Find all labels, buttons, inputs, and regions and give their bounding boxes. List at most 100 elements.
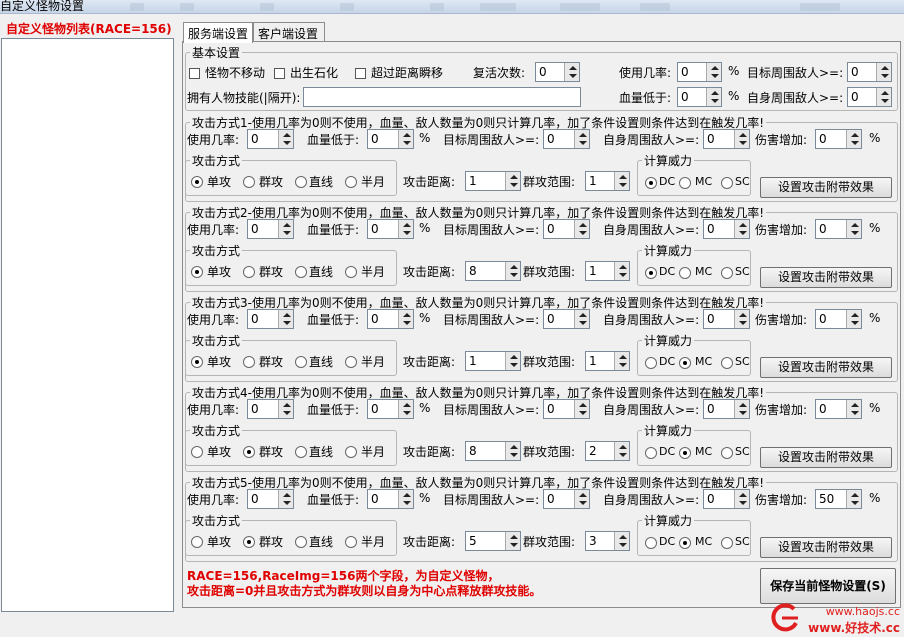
attack-2-distance-stepper[interactable]: 8: [465, 261, 521, 281]
up-arrow-icon[interactable]: [403, 493, 411, 497]
attack-5-use-rate-stepper[interactable]: 0: [247, 489, 294, 509]
down-arrow-icon[interactable]: [403, 321, 411, 325]
attack-5-mode-radio[interactable]: [345, 536, 357, 548]
attack-1-distance-stepper[interactable]: 1: [465, 171, 521, 191]
attack-3-self-enemy-stepper[interactable]: 0: [703, 309, 750, 329]
use-rate-stepper[interactable]: 0: [677, 62, 722, 82]
stepper-buttons[interactable]: [574, 130, 589, 148]
attack-4-distance-stepper[interactable]: 8: [465, 441, 521, 461]
attack-2-range-stepper[interactable]: 1: [585, 261, 630, 281]
stepper-buttons[interactable]: [846, 490, 861, 508]
down-arrow-icon[interactable]: [851, 411, 859, 415]
attack-3-mode-radio[interactable]: [243, 356, 255, 368]
attack-1-power-radio[interactable]: [721, 177, 733, 189]
up-arrow-icon[interactable]: [739, 133, 747, 137]
up-arrow-icon[interactable]: [711, 66, 719, 70]
up-arrow-icon[interactable]: [569, 66, 577, 70]
attack-4-mode-radio[interactable]: [345, 446, 357, 458]
stepper-buttons[interactable]: [846, 310, 861, 328]
down-arrow-icon[interactable]: [579, 501, 587, 505]
attack-5-power-radio[interactable]: [721, 537, 733, 549]
stepper-buttons[interactable]: [706, 63, 721, 81]
up-arrow-icon[interactable]: [283, 133, 291, 137]
up-arrow-icon[interactable]: [851, 493, 859, 497]
down-arrow-icon[interactable]: [579, 321, 587, 325]
down-arrow-icon[interactable]: [283, 411, 291, 415]
up-arrow-icon[interactable]: [510, 535, 518, 539]
down-arrow-icon[interactable]: [510, 363, 518, 367]
attack-2-power-radio[interactable]: [645, 267, 657, 279]
down-arrow-icon[interactable]: [510, 543, 518, 547]
attack-3-damage-add-stepper[interactable]: 0: [815, 309, 862, 329]
stepper-buttons[interactable]: [398, 310, 413, 328]
up-arrow-icon[interactable]: [881, 91, 889, 95]
up-arrow-icon[interactable]: [510, 445, 518, 449]
down-arrow-icon[interactable]: [739, 321, 747, 325]
attack-1-mode-radio[interactable]: [345, 176, 357, 188]
stepper-buttons[interactable]: [614, 262, 629, 280]
down-arrow-icon[interactable]: [569, 74, 577, 78]
attack-5-self-enemy-stepper[interactable]: 0: [703, 489, 750, 509]
down-arrow-icon[interactable]: [851, 501, 859, 505]
stepper-buttons[interactable]: [734, 490, 749, 508]
attack-3-hp-low-stepper[interactable]: 0: [367, 309, 414, 329]
tab-client-settings[interactable]: 客户端设置: [253, 22, 325, 42]
down-arrow-icon[interactable]: [711, 99, 719, 103]
up-arrow-icon[interactable]: [739, 493, 747, 497]
up-arrow-icon[interactable]: [619, 535, 627, 539]
up-arrow-icon[interactable]: [619, 265, 627, 269]
stepper-buttons[interactable]: [574, 490, 589, 508]
down-arrow-icon[interactable]: [403, 411, 411, 415]
attack-4-self-enemy-stepper[interactable]: 0: [703, 399, 750, 419]
attack-3-range-stepper[interactable]: 1: [585, 351, 630, 371]
attack-1-range-stepper[interactable]: 1: [585, 171, 630, 191]
stepper-buttons[interactable]: [574, 220, 589, 238]
down-arrow-icon[interactable]: [579, 141, 587, 145]
attack-4-power-radio[interactable]: [721, 447, 733, 459]
attack-1-damage-add-stepper[interactable]: 0: [815, 129, 862, 149]
stepper-buttons[interactable]: [564, 63, 579, 81]
stepper-buttons[interactable]: [614, 352, 629, 370]
up-arrow-icon[interactable]: [619, 175, 627, 179]
up-arrow-icon[interactable]: [851, 403, 859, 407]
teleport-checkbox[interactable]: [355, 68, 366, 79]
down-arrow-icon[interactable]: [881, 74, 889, 78]
up-arrow-icon[interactable]: [510, 175, 518, 179]
stepper-buttons[interactable]: [614, 532, 629, 550]
stepper-buttons[interactable]: [574, 400, 589, 418]
stepper-buttons[interactable]: [734, 310, 749, 328]
stepper-buttons[interactable]: [846, 400, 861, 418]
attack-5-mode-radio[interactable]: [191, 536, 203, 548]
attack-2-target-enemy-stepper[interactable]: 0: [543, 219, 590, 239]
attack-3-power-radio[interactable]: [679, 357, 691, 369]
up-arrow-icon[interactable]: [579, 133, 587, 137]
stepper-buttons[interactable]: [278, 130, 293, 148]
up-arrow-icon[interactable]: [739, 223, 747, 227]
self-enemy-stepper[interactable]: 0: [847, 87, 892, 107]
down-arrow-icon[interactable]: [510, 183, 518, 187]
down-arrow-icon[interactable]: [510, 453, 518, 457]
up-arrow-icon[interactable]: [711, 91, 719, 95]
attack-1-mode-radio[interactable]: [243, 176, 255, 188]
down-arrow-icon[interactable]: [619, 273, 627, 277]
attack-2-effect-button[interactable]: 设置攻击附带效果: [760, 267, 892, 288]
attack-3-mode-radio[interactable]: [345, 356, 357, 368]
up-arrow-icon[interactable]: [283, 403, 291, 407]
attack-4-damage-add-stepper[interactable]: 0: [815, 399, 862, 419]
stepper-buttons[interactable]: [398, 130, 413, 148]
stepper-buttons[interactable]: [876, 88, 891, 106]
attack-5-damage-add-stepper[interactable]: 50: [815, 489, 862, 509]
attack-2-mode-radio[interactable]: [191, 266, 203, 278]
attack-2-self-enemy-stepper[interactable]: 0: [703, 219, 750, 239]
stepper-buttons[interactable]: [614, 172, 629, 190]
attack-1-mode-radio[interactable]: [295, 176, 307, 188]
stepper-buttons[interactable]: [574, 310, 589, 328]
up-arrow-icon[interactable]: [403, 133, 411, 137]
attack-5-range-stepper[interactable]: 3: [585, 531, 630, 551]
attack-2-damage-add-stepper[interactable]: 0: [815, 219, 862, 239]
attack-4-use-rate-stepper[interactable]: 0: [247, 399, 294, 419]
attack-4-target-enemy-stepper[interactable]: 0: [543, 399, 590, 419]
attack-1-hp-low-stepper[interactable]: 0: [367, 129, 414, 149]
up-arrow-icon[interactable]: [851, 133, 859, 137]
up-arrow-icon[interactable]: [283, 223, 291, 227]
